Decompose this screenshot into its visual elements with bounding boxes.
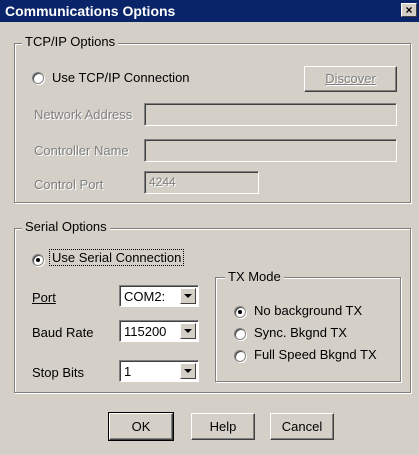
tx-mode-option-label[interactable]: Full Speed Bkgnd TX (254, 347, 377, 362)
help-button[interactable]: Help (191, 413, 255, 440)
control-port-field[interactable]: 4244 (144, 171, 259, 194)
baud-rate-select-value: 115200 (124, 324, 167, 339)
tx-mode-radio-2[interactable] (234, 350, 246, 362)
help-button-label: Help (209, 419, 237, 434)
discover-button[interactable]: Discover (304, 66, 397, 92)
port-select[interactable]: COM2: (119, 285, 199, 307)
baud-rate-label: Baud Rate (32, 325, 94, 340)
window-title: Communications Options (5, 3, 176, 19)
baud-rate-dropdown-button[interactable] (180, 323, 196, 339)
control-port-label: Control Port (34, 177, 104, 192)
cancel-button[interactable]: Cancel (270, 413, 334, 440)
tx-mode-radio-1[interactable] (234, 328, 246, 340)
stop-bits-dropdown-button[interactable] (180, 363, 196, 379)
title-bar: Communications Options × (0, 0, 419, 22)
controller-name-field[interactable] (144, 139, 397, 162)
tx-mode-option-label[interactable]: No background TX (254, 303, 362, 318)
port-dropdown-button[interactable] (180, 288, 196, 304)
network-address-label: Network Address (34, 107, 133, 122)
cancel-button-label: Cancel (281, 419, 323, 434)
tx-mode-label: TX Mode (225, 269, 284, 284)
serial-options-label: Serial Options (22, 219, 110, 234)
ok-button[interactable]: OK (108, 412, 174, 441)
use-tcpip-radio[interactable] (32, 72, 44, 84)
chevron-down-icon (184, 294, 192, 298)
use-serial-radio[interactable] (32, 254, 44, 266)
close-icon[interactable]: × (401, 3, 417, 17)
chevron-down-icon (184, 329, 192, 333)
baud-rate-select[interactable]: 115200 (119, 320, 199, 342)
stop-bits-label: Stop Bits (32, 365, 85, 380)
radio-selected-dot (36, 258, 40, 262)
use-serial-label[interactable]: Use Serial Connection (48, 249, 185, 266)
tx-mode-radio-0[interactable] (234, 306, 246, 318)
tcpip-options-label: TCP/IP Options (22, 34, 119, 49)
port-label: Port (32, 290, 56, 305)
radio-selected-dot (238, 310, 242, 314)
discover-button-label: Discover (325, 71, 376, 86)
stop-bits-select-value: 1 (124, 364, 132, 379)
stop-bits-select[interactable]: 1 (119, 360, 199, 382)
port-select-value: COM2: (124, 289, 166, 304)
network-address-field[interactable] (144, 103, 397, 126)
use-tcpip-label[interactable]: Use TCP/IP Connection (52, 70, 190, 85)
tx-mode-option-label[interactable]: Sync. Bkgnd TX (254, 325, 347, 340)
controller-name-label: Controller Name (34, 143, 129, 158)
ok-button-label: OK (131, 419, 151, 434)
chevron-down-icon (184, 369, 192, 373)
